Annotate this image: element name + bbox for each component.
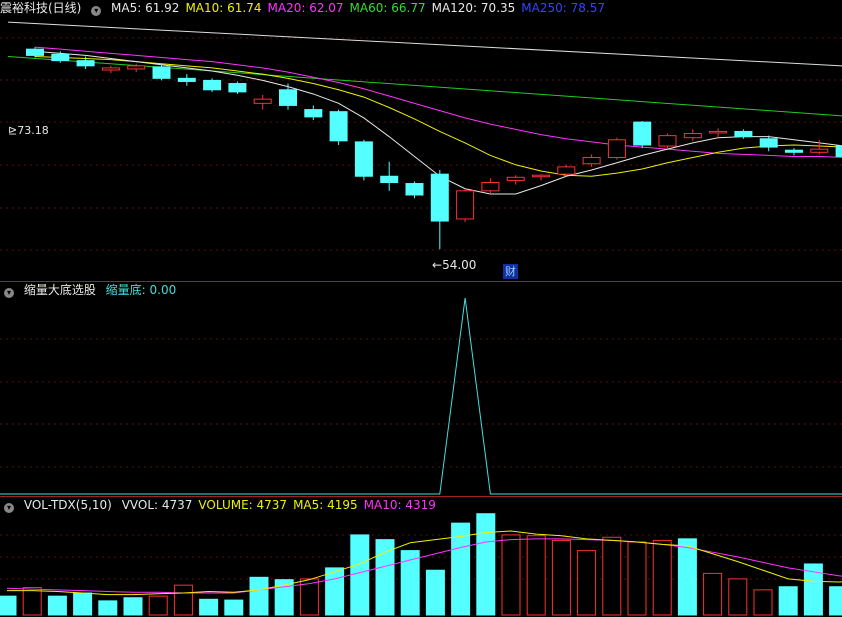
high-label: ⊵73.18 [8,124,49,137]
volume-bar [677,538,697,616]
candle-body [835,145,842,157]
candle-body [26,48,44,56]
indicator-value: 缩量底: 0.00 [105,283,177,297]
collapse-icon[interactable]: ▾ [91,6,102,16]
volume-pane[interactable]: ▾ VOL-TDX(5,10) VVOL: 4737 VOLUME: 4737 MA… [0,497,842,617]
volume-bar [375,539,395,616]
volume-bar [501,534,521,616]
candle-body [607,139,626,159]
candle-body [279,89,297,106]
volume-legend-item-3: MA10: 4319 [363,498,436,512]
price-header: 震裕科技(日线) ▾ MA5: 61.92 MA10: 61.74 MA20: 62… [0,0,617,16]
collapse-icon[interactable]: ▾ [4,288,14,298]
volume-bar [627,541,647,616]
indicator-line [0,297,842,495]
volume-bar [829,586,842,616]
volume-chart[interactable] [0,497,842,617]
high-value: 73.18 [17,124,49,137]
candle-body [101,67,120,71]
stock-title: 震裕科技(日线) [0,1,82,15]
volume-bar [551,539,571,616]
financial-marker[interactable]: 财 [503,264,518,279]
ma120-line [7,21,842,67]
indicator-pane[interactable]: ▾ 缩量大底选股 缩量底: 0.00 [0,282,842,496]
candle-body [481,182,500,192]
volume-bar [199,598,219,616]
candle-body [405,183,424,196]
candle-body [127,65,146,70]
volume-bar [173,584,193,616]
volume-header: ▾ VOL-TDX(5,10) VVOL: 4737 VOLUME: 4737 MA… [0,497,448,513]
candle-body [506,176,525,181]
volume-bar [652,539,672,616]
volume-bar [47,595,67,616]
ma-legend-item-1: MA10: 61.74 [185,1,262,15]
candle-body [658,135,677,147]
candle-body [456,190,475,220]
ma-legend-item-5: MA250: 78.57 [521,1,605,15]
candle-body [734,130,753,138]
candle-body [709,130,728,134]
candle-body [683,133,702,139]
price-pane[interactable]: 震裕科技(日线) ▾ MA5: 61.92 MA10: 61.74 MA20: 62… [0,0,842,281]
low-label: ←54.00 [432,258,477,272]
volume-legend-item-2: MA5: 4195 [293,498,358,512]
volume-bar [577,550,597,616]
candle-body [329,111,348,142]
volume-bar [123,597,143,616]
indicator-header: ▾ 缩量大底选股 缩量底: 0.00 [0,282,182,298]
candle-body [759,138,778,148]
candle-body [354,141,373,177]
volume-bar [526,535,546,616]
volume-bar [249,576,269,616]
candle-body [582,157,601,165]
collapse-icon[interactable]: ▾ [4,503,14,513]
ma-legend-item-4: MA120: 70.35 [431,1,516,15]
volume-bar [753,589,773,616]
volume-bar [98,600,118,616]
ma-legend-item-3: MA60: 66.77 [349,1,426,15]
ma-legend-item-0: MA5: 61.92 [111,1,180,15]
candle-body [51,53,70,62]
candle-body [203,79,222,91]
volume-bar [602,536,622,616]
volume-bar [22,587,42,616]
candle-body [785,149,803,153]
volume-bar [224,599,244,616]
candle-body [380,175,399,183]
volume-bar [728,578,748,616]
candle-body [253,98,272,104]
volume-legend-item-1: VOLUME: 4737 [198,498,288,512]
candle-body [532,174,550,178]
indicator-title: 缩量大底选股 [23,283,96,297]
candle-body [557,166,576,175]
volume-title: VOL-TDX(5,10) [23,498,112,512]
price-chart[interactable] [0,0,842,281]
volume-bar [148,595,168,616]
volume-bar [350,534,370,616]
ma-legend-item-2: MA20: 62.07 [267,1,344,15]
candle-body [177,77,196,82]
candle-body [430,173,449,222]
candle-body [152,66,171,79]
volume-legend: VVOL: 4737 VOLUME: 4737 MA5: 4195 MA10: 431… [122,498,442,512]
volume-bar [778,586,798,616]
volume-bar [476,513,496,616]
volume-bar [73,592,93,616]
candle-body [810,148,829,153]
volume-bar [425,569,445,616]
candle-body [76,60,95,67]
ma-legend: MA5: 61.92 MA10: 61.74 MA20: 62.07 MA60: 66… [111,1,611,15]
volume-bar [703,572,723,616]
volume-legend-item-0: VVOL: 4737 [121,498,193,512]
low-value: 54.00 [442,258,477,272]
volume-bar [0,595,17,616]
candle-body [633,121,652,146]
candle-body [228,83,247,93]
volume-bar [325,567,345,616]
indicator-chart[interactable] [0,282,842,496]
candle-body [304,109,323,118]
